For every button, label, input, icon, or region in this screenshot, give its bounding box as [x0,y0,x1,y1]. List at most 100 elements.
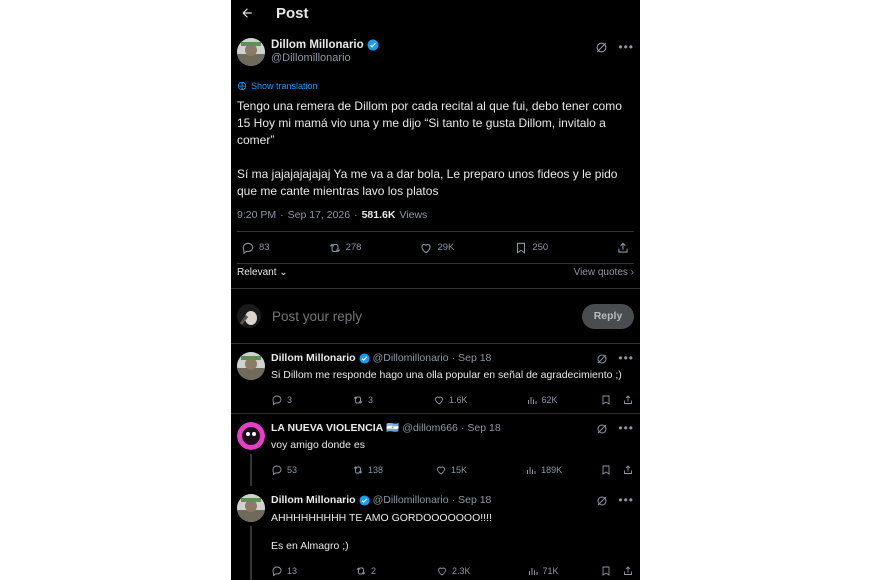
post-time[interactable]: 9:20 PM [237,209,276,221]
arrow-left-icon[interactable] [237,3,257,23]
reply-action-bar: 13 2 2.3K 71K [271,557,634,580]
verified-badge-icon [359,353,370,364]
reply-handle[interactable]: @Dillomillonario [373,494,449,507]
reply-date[interactable]: Sep 18 [458,352,491,365]
repost-count: 278 [345,242,362,253]
argentina-flag: 🇦🇷 [386,422,400,434]
reply-item[interactable]: LA NUEVA VIOLENCIA 🇦🇷 @dillom666 · Sep 1… [231,414,640,486]
display-name[interactable]: Dillom Millonario [271,38,379,52]
like-button[interactable]: 1.6K [433,394,468,406]
sort-dropdown[interactable]: Relevant ⌄ [237,267,288,278]
main-post: Dillom Millonario @Dillomillonario ••• S… [231,26,640,278]
reply-item[interactable]: Dillom Millonario @Dillomillonario · Sep… [231,344,640,414]
thread-line [250,454,252,486]
views-button[interactable]: 62K [526,394,558,406]
post-date[interactable]: Sep 17, 2026 [288,209,350,221]
like-count: 29K [437,242,455,253]
share-icon [618,242,628,253]
author-actions: ••• [595,38,634,54]
like-button[interactable]: 2.3K [436,565,471,577]
bookmark-icon [602,395,610,405]
bookmark-count: 250 [532,242,549,253]
post-meta: 9:20 PM · Sep 17, 2026 · 581.6K Views [237,207,634,223]
share-icon [624,465,632,474]
reply-handle[interactable]: @Dillomillonario [373,352,449,365]
reply-button[interactable]: 13 [271,565,297,577]
reply-author-name[interactable]: Dillom Millonario [271,494,356,507]
grok-icon[interactable] [596,353,608,365]
bookmark-button[interactable] [600,394,612,406]
share-button[interactable] [622,464,634,476]
reply-date[interactable]: Sep 18 [458,494,491,507]
reply-head: Dillom Millonario @Dillomillonario · Sep… [237,352,634,414]
repost-count: 138 [368,465,384,475]
reply-button[interactable]: 3 [271,394,292,406]
reply-button[interactable]: 83 [241,241,270,255]
user-avatar[interactable] [237,304,261,328]
avatar[interactable] [237,494,265,522]
reply-item[interactable]: Dillom Millonario @Dillomillonario · Sep… [231,486,640,580]
sort-label: Relevant [237,266,277,278]
chevron-right-icon: › [627,266,634,278]
more-options-icon[interactable]: ••• [618,40,634,54]
reply-count: 53 [287,465,298,475]
grok-icon[interactable] [595,41,608,54]
reply-submit-button[interactable]: Reply [582,303,634,329]
reply-icon [242,242,254,254]
reply-head: LA NUEVA VIOLENCIA 🇦🇷 @dillom666 · Sep 1… [237,422,634,484]
reply-handle[interactable]: @dillom666 [402,422,458,435]
reply-input[interactable]: Post your reply [272,309,582,324]
views-chart-icon [527,467,536,474]
reply-separator: · [451,494,456,506]
translate-icon [237,81,247,91]
reply-count: 83 [259,242,270,253]
reply-icon [272,566,282,577]
heart-icon [435,396,443,405]
reply-header: Dillom Millonario @Dillomillonario · Sep… [271,494,634,507]
repost-button[interactable]: 2 [355,565,376,577]
avatar[interactable] [237,422,265,450]
views-count: 189K [541,465,563,475]
view-quotes-link[interactable]: View quotes › [574,267,634,278]
reply-author-name[interactable]: Dillom Millonario [271,352,356,365]
share-button[interactable] [622,565,634,577]
bookmark-button[interactable]: 250 [514,241,548,255]
views-button[interactable]: 71K [527,565,559,577]
views-button[interactable]: 189K [525,464,562,476]
grok-icon[interactable] [596,495,608,507]
author-handle[interactable]: @Dillomillonario [271,52,379,65]
view-quotes-label: View quotes [573,266,628,278]
show-translation-label: Show translation [251,81,318,91]
like-button[interactable]: 15K [435,464,467,476]
reply-actions: ••• [596,422,634,435]
show-translation-link[interactable]: Show translation [237,80,634,92]
repost-icon [353,466,363,474]
share-button[interactable] [622,394,634,406]
reply-date[interactable]: Sep 18 [467,422,500,435]
share-button[interactable] [616,241,630,255]
reply-text: voy amigo donde es [271,439,365,451]
avatar[interactable] [237,38,265,66]
like-button[interactable]: 29K [419,241,454,255]
views-count: 581.6K [361,209,396,221]
repost-button[interactable]: 278 [328,241,362,255]
repost-button[interactable]: 138 [352,464,383,476]
post-action-bar: 83 278 29K 250 [237,231,634,264]
bookmark-button[interactable] [600,565,612,577]
chevron-down-icon: ⌄ [276,266,288,278]
avatar[interactable] [237,352,265,380]
repost-button[interactable]: 3 [352,394,373,406]
reply-count: 13 [287,566,298,576]
reply-body: Dillom Millonario @Dillomillonario · Sep… [271,352,634,414]
bookmark-icon [602,465,610,475]
more-options-icon[interactable]: ••• [618,352,634,365]
more-options-icon[interactable]: ••• [618,494,634,507]
bookmark-button[interactable] [600,464,612,476]
reply-button[interactable]: 53 [271,464,297,476]
views-count: 62K [541,395,558,405]
grok-icon[interactable] [596,423,608,435]
reply-icon [272,465,282,476]
reply-author-name[interactable]: LA NUEVA VIOLENCIA [271,422,383,435]
repost-icon [329,243,340,252]
more-options-icon[interactable]: ••• [618,422,634,435]
